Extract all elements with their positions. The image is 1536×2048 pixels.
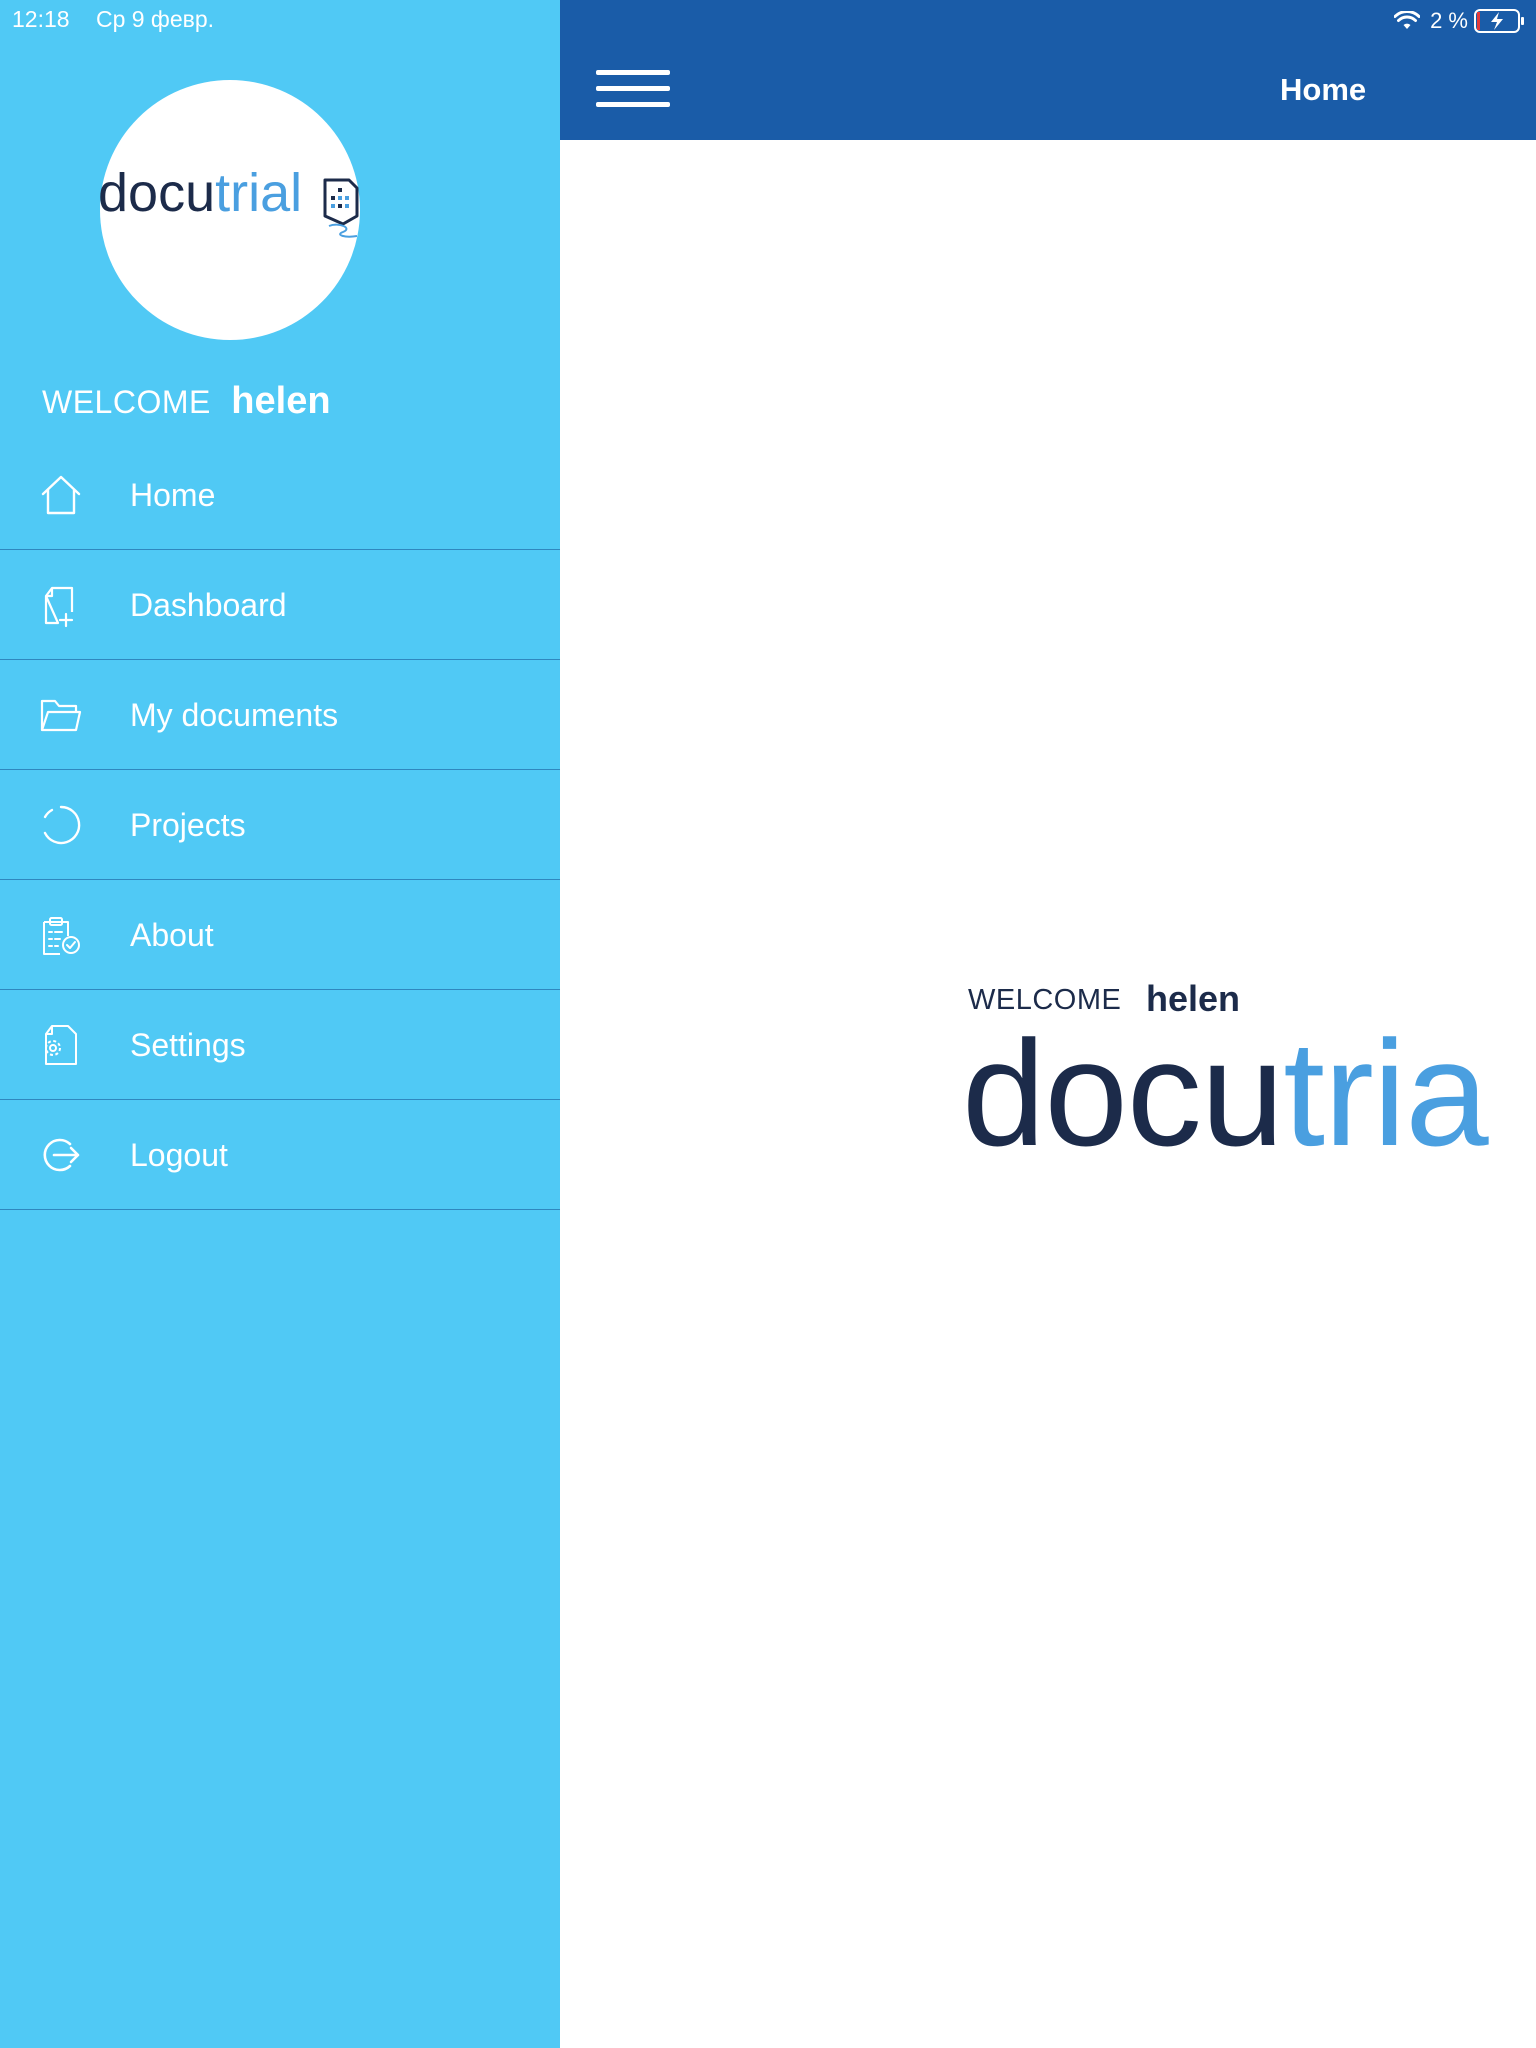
wifi-icon — [1394, 11, 1421, 29]
spinner-icon — [43, 805, 81, 845]
status-bar-left: 12:18 Ср 9 февр. — [12, 6, 214, 33]
settings-file-icon — [45, 1025, 77, 1065]
logo-light-part: trial — [215, 163, 303, 223]
logout-icon — [43, 1138, 80, 1172]
menu-toggle-button[interactable] — [596, 66, 670, 112]
document-add-icon — [44, 586, 74, 628]
hamburger-line-icon — [596, 102, 670, 107]
sidebar-item-settings[interactable]: Settings — [0, 990, 560, 1100]
document-logo-icon — [323, 178, 359, 238]
hero-logo: docutria — [962, 1018, 1489, 1168]
folder-icon — [40, 699, 82, 732]
sidebar-item-home[interactable]: Home — [0, 440, 560, 550]
app-screen: 2 % Home WELCOME helen docutria 12:18 Ср… — [0, 0, 1536, 2048]
hero-logo-dark-part: docu — [962, 1009, 1284, 1177]
home-icon — [41, 475, 81, 515]
sidebar-item-label: Home — [130, 477, 216, 513]
battery-charging-icon — [1474, 9, 1524, 33]
hamburger-line-icon — [596, 70, 670, 75]
sidebar-item-label: Projects — [130, 807, 246, 843]
sidebar-item-label: Logout — [130, 1137, 228, 1173]
app-logo: docutrial — [98, 80, 360, 340]
hamburger-line-icon — [596, 86, 670, 91]
sidebar-menu: Home Dashboard My documents Projects Abo… — [0, 440, 560, 1210]
user-name: helen — [231, 380, 331, 422]
navigation-drawer: 12:18 Ср 9 февр. docutrial WELCOME helen — [0, 0, 560, 2048]
sidebar-item-label: About — [130, 917, 214, 953]
status-bar-right: 2 % — [1394, 6, 1526, 36]
logo-wordmark: docutrial — [98, 166, 302, 220]
battery-percentage: 2 % — [1430, 8, 1468, 33]
main-content: 2 % Home WELCOME helen docutria — [560, 0, 1536, 2048]
sidebar-item-label: Dashboard — [130, 587, 287, 623]
sidebar-item-about[interactable]: About — [0, 880, 560, 990]
welcome-hero: WELCOME helen docutria — [962, 978, 1536, 1168]
sidebar-item-projects[interactable]: Projects — [0, 770, 560, 880]
sidebar-item-dashboard[interactable]: Dashboard — [0, 550, 560, 660]
sidebar-item-logout[interactable]: Logout — [0, 1100, 560, 1210]
page-title: Home — [1280, 72, 1367, 107]
status-time: 12:18 — [12, 6, 70, 32]
hero-logo-light-part: tria — [1283, 1009, 1488, 1177]
top-app-bar: 2 % Home — [560, 0, 1536, 140]
sidebar-item-label: My documents — [130, 697, 339, 733]
checklist-icon — [43, 917, 80, 955]
welcome-message: WELCOME helen — [42, 380, 331, 423]
sidebar-item-label: Settings — [130, 1027, 246, 1063]
status-date: Ср 9 февр. — [95, 6, 215, 32]
sidebar-item-my-documents[interactable]: My documents — [0, 660, 560, 770]
logo-dark-part: docu — [98, 163, 216, 223]
welcome-label: WELCOME — [42, 384, 211, 420]
